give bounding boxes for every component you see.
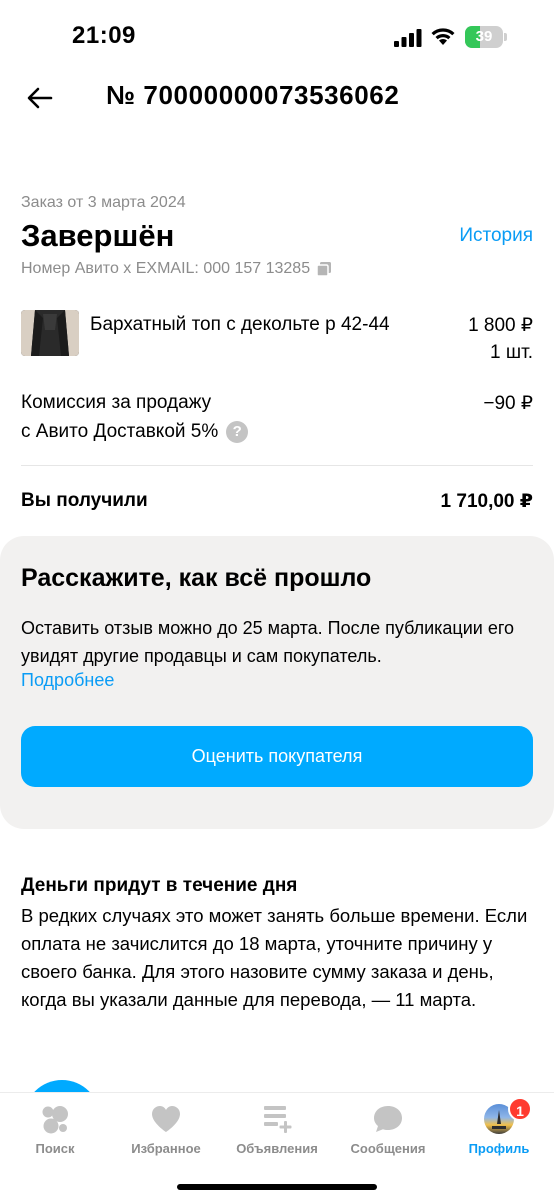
tab-label: Объявления [236, 1141, 318, 1156]
tab-label: Профиль [468, 1141, 530, 1156]
item-thumbnail[interactable] [21, 310, 79, 356]
fee-label-line2-text: с Авито Доставкой 5% [21, 421, 219, 442]
history-link[interactable]: История [459, 225, 533, 247]
divider [21, 465, 533, 466]
fee-label-line1: Комиссия за продажу [21, 392, 212, 413]
tab-label: Сообщения [350, 1141, 426, 1156]
home-indicator [177, 1184, 377, 1190]
tab-label: Поиск [35, 1141, 75, 1156]
listings-icon [264, 1106, 292, 1133]
item-name[interactable]: Бархатный топ с декольте р 42-44 [90, 314, 390, 336]
avito-number-text: Номер Авито х EXMAIL: 000 157 13285 [21, 260, 311, 277]
notification-badge: 1 [508, 1097, 532, 1121]
order-date: Заказ от 3 марта 2024 [21, 194, 186, 211]
fee-label-line2: с Авито Доставкой 5% ? [21, 421, 249, 443]
review-card: Расскажите, как всё прошло Оставить отзы… [0, 536, 554, 829]
tab-messages[interactable]: Сообщения [333, 1103, 443, 1167]
page-title: № 70000000073536062 [106, 80, 400, 110]
battery-icon: 39 [465, 26, 507, 48]
order-status: Завершён [21, 218, 175, 253]
status-time: 21:09 [72, 22, 136, 49]
review-title: Расскажите, как всё прошло [21, 564, 372, 592]
rate-buyer-button[interactable]: Оценить покупателя [21, 726, 533, 787]
search-dots-icon [42, 1106, 68, 1134]
received-amount: 1 710,00 ₽ [440, 491, 533, 512]
tab-search[interactable]: Поиск [0, 1103, 110, 1167]
money-info-title: Деньги придут в течение дня [21, 875, 298, 896]
header: № 70000000073536062 [0, 70, 554, 126]
copy-icon[interactable] [316, 261, 332, 277]
help-icon[interactable]: ? [226, 421, 249, 443]
item-quantity: 1 шт. [490, 342, 533, 363]
back-button[interactable] [22, 82, 58, 114]
heart-icon [152, 1106, 180, 1132]
tab-favorites[interactable]: Избранное [111, 1103, 221, 1167]
status-bar: 21:09 39 [0, 0, 554, 70]
tab-listings[interactable]: Объявления [222, 1103, 332, 1167]
received-label: Вы получили [21, 490, 148, 511]
battery-percent: 39 [475, 28, 493, 45]
fee-amount: −90 ₽ [483, 393, 533, 414]
review-text: Оставить отзыв можно до 25 марта. После … [21, 618, 515, 666]
tab-label: Избранное [131, 1141, 201, 1156]
signal-icon [394, 29, 422, 47]
arrow-left-icon [27, 87, 53, 109]
tab-profile[interactable]: Профиль [444, 1103, 554, 1167]
money-info-text: В редких случаях это может занять больше… [21, 905, 528, 1010]
chat-icon [374, 1106, 402, 1132]
more-link[interactable]: Подробнее [21, 670, 114, 691]
avito-number: Номер Авито х EXMAIL: 000 157 13285 [21, 260, 332, 278]
item-price: 1 800 ₽ [468, 315, 533, 336]
wifi-icon [431, 28, 455, 45]
